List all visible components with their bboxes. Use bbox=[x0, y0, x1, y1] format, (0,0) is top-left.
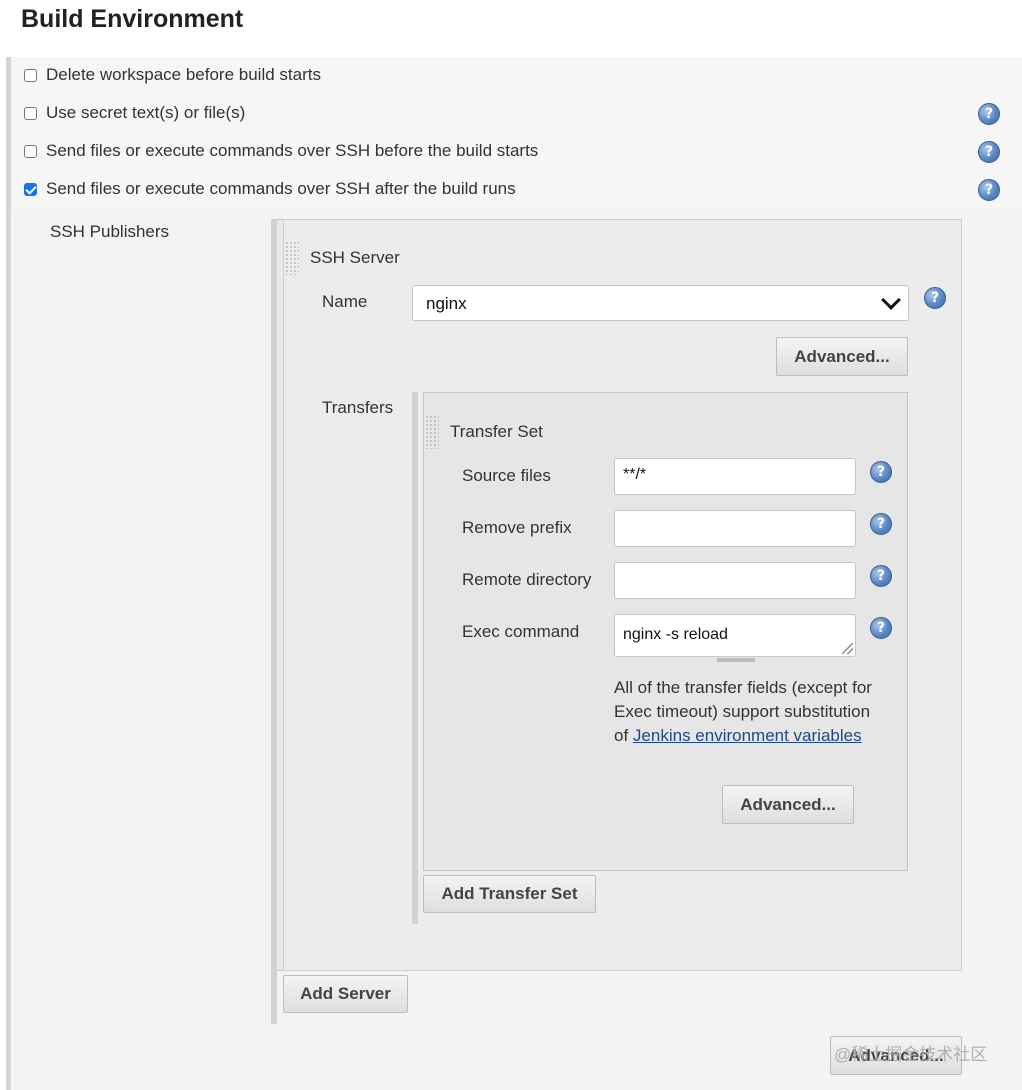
source-files-input[interactable]: **/* bbox=[614, 458, 856, 495]
section-title: Build Environment bbox=[21, 5, 244, 33]
remove-prefix-input[interactable] bbox=[614, 510, 856, 547]
help-icon[interactable]: ? bbox=[924, 287, 946, 309]
exec-command-textarea[interactable]: nginx -s reload bbox=[614, 614, 856, 657]
help-icon[interactable]: ? bbox=[870, 565, 892, 587]
source-files-label: Source files bbox=[462, 466, 551, 485]
checkbox-checked[interactable] bbox=[24, 182, 37, 196]
help-icon[interactable]: ? bbox=[978, 179, 1000, 201]
option-label: Send files or execute commands over SSH … bbox=[46, 141, 539, 160]
transfer-advanced-button[interactable]: Advanced... bbox=[722, 785, 854, 824]
transfer-fields-note: All of the transfer fields (except for E… bbox=[614, 676, 874, 748]
option-ssh-before-build[interactable]: Send files or execute commands over SSH … bbox=[24, 138, 538, 164]
exec-command-label: Exec command bbox=[462, 622, 580, 641]
help-icon[interactable]: ? bbox=[870, 513, 892, 535]
select-value: nginx bbox=[426, 294, 467, 313]
ssh-server-title: SSH Server bbox=[310, 248, 400, 267]
exec-command-value: nginx -s reload bbox=[623, 626, 728, 643]
transfer-set-title: Transfer Set bbox=[450, 422, 543, 441]
add-server-button[interactable]: Add Server bbox=[283, 975, 408, 1013]
remote-directory-label: Remote directory bbox=[462, 570, 592, 589]
option-secret-text[interactable]: Use secret text(s) or file(s) bbox=[24, 100, 245, 126]
option-label: Use secret text(s) or file(s) bbox=[46, 103, 246, 122]
textarea-resize-grip[interactable] bbox=[717, 658, 755, 662]
transfers-label: Transfers bbox=[322, 398, 394, 417]
chevron-down-icon bbox=[881, 290, 901, 310]
drag-handle-icon[interactable] bbox=[285, 241, 299, 275]
option-label: Send files or execute commands over SSH … bbox=[46, 179, 516, 198]
panel-rail bbox=[6, 57, 11, 1090]
server-name-select[interactable]: nginx bbox=[412, 285, 909, 321]
help-icon[interactable]: ? bbox=[870, 617, 892, 639]
checkbox[interactable] bbox=[24, 106, 37, 120]
transfer-rail bbox=[412, 392, 418, 924]
checkbox[interactable] bbox=[24, 144, 37, 158]
watermark: @稀土掘金技术社区 bbox=[834, 1045, 988, 1064]
option-delete-workspace[interactable]: Delete workspace before build starts bbox=[24, 62, 321, 88]
remote-directory-input[interactable] bbox=[614, 562, 856, 599]
resize-handle-icon[interactable] bbox=[842, 643, 853, 654]
help-icon[interactable]: ? bbox=[870, 461, 892, 483]
name-label: Name bbox=[322, 292, 368, 311]
ssh-publishers-label: SSH Publishers bbox=[50, 222, 170, 241]
jenkins-env-vars-link[interactable]: Jenkins environment variables bbox=[633, 726, 862, 745]
help-icon[interactable]: ? bbox=[978, 141, 1000, 163]
option-ssh-after-build[interactable]: Send files or execute commands over SSH … bbox=[24, 176, 516, 202]
server-advanced-button[interactable]: Advanced... bbox=[776, 337, 908, 376]
drag-handle-icon[interactable] bbox=[425, 415, 439, 449]
help-icon[interactable]: ? bbox=[978, 103, 1000, 125]
add-transfer-set-button[interactable]: Add Transfer Set bbox=[423, 875, 596, 913]
remove-prefix-label: Remove prefix bbox=[462, 518, 572, 537]
ssh-server-rail bbox=[271, 219, 277, 1024]
option-label: Delete workspace before build starts bbox=[46, 65, 321, 84]
checkbox[interactable] bbox=[24, 68, 37, 82]
